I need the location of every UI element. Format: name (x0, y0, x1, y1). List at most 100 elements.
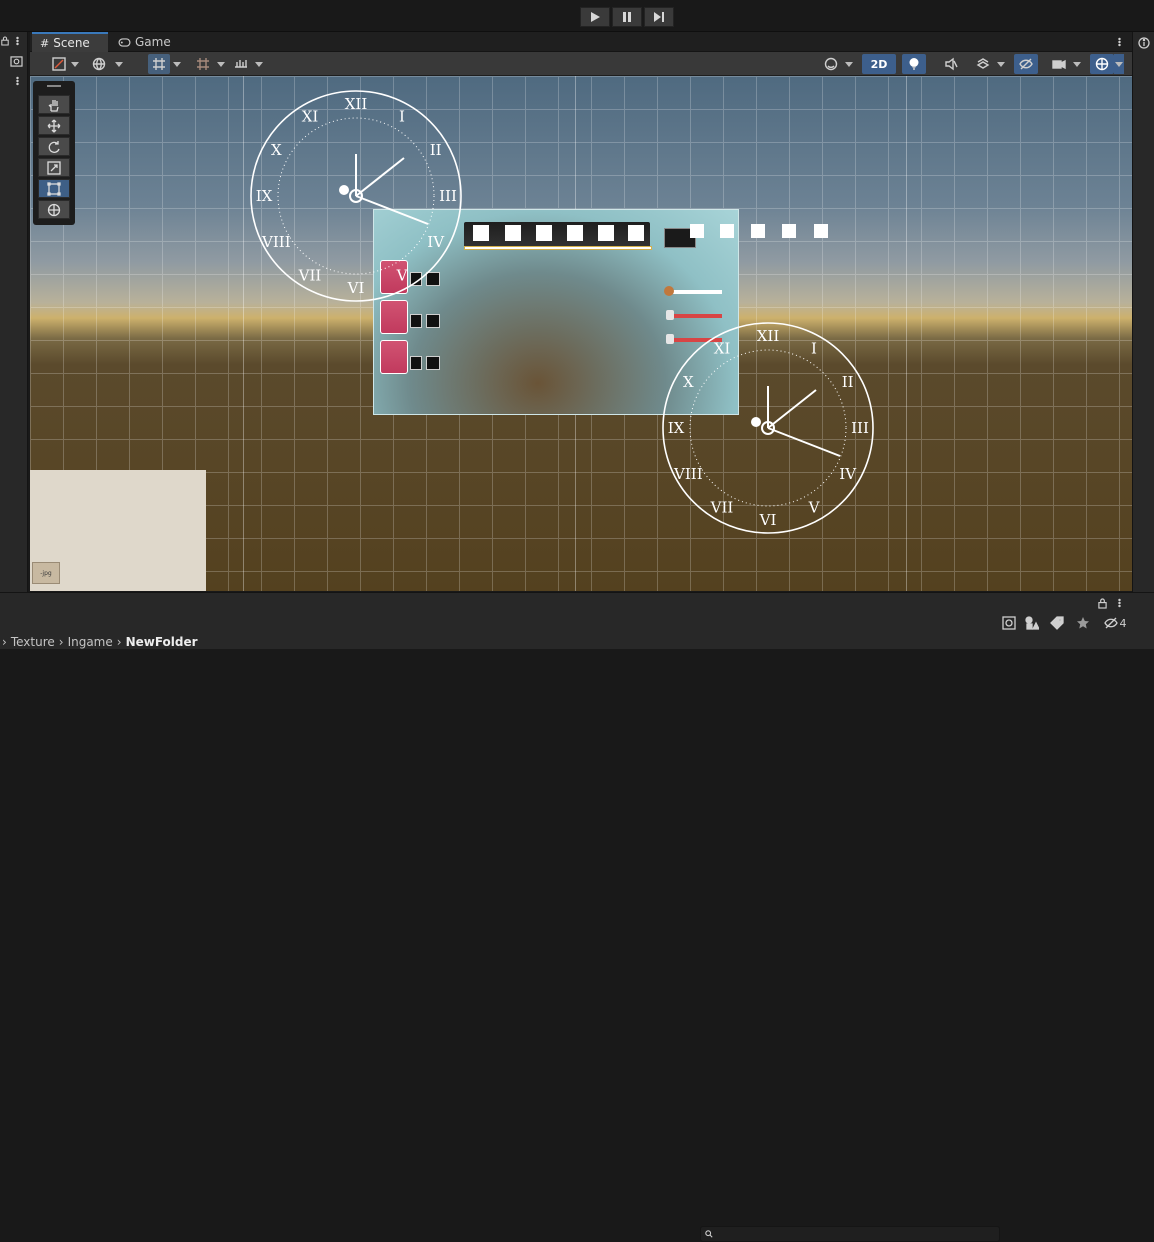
grid-major-line (243, 76, 244, 591)
play-button[interactable] (580, 7, 610, 27)
rect-transform-icon (47, 181, 61, 196)
tab-game[interactable]: Game (110, 32, 180, 52)
pause-button[interactable] (612, 7, 642, 27)
eye-hidden-icon (1019, 58, 1033, 70)
global-dropdown[interactable] (114, 54, 124, 74)
breadcrumb-item-newfolder[interactable]: NewFolder (126, 635, 198, 649)
star-icon (1077, 617, 1089, 629)
texture-thumbnail[interactable]: -jpg (32, 562, 60, 584)
clock-numeral: X (683, 373, 694, 391)
project-panel-header (0, 592, 1154, 612)
search-by-type-button[interactable] (1000, 614, 1018, 632)
effects-dropdown[interactable] (996, 54, 1006, 74)
audio-toggle[interactable] (940, 54, 962, 74)
gizmos-toggle[interactable] (1090, 54, 1114, 74)
clock-numeral: III (439, 187, 457, 205)
more-menu-icon[interactable] (1114, 35, 1124, 49)
lock-icon[interactable] (0, 34, 10, 48)
clock-numeral: IX (256, 187, 273, 205)
clock-numeral: I (399, 107, 405, 125)
info-icon[interactable] (1137, 36, 1151, 50)
transform-icon (47, 203, 61, 216)
clock-numeral: VII (298, 267, 322, 285)
rect-tool-button[interactable] (38, 179, 70, 198)
drag-handle[interactable] (47, 85, 61, 87)
clock-numeral: VI (347, 279, 365, 297)
clock-ornament (751, 417, 761, 427)
play-icon (591, 12, 600, 22)
breadcrumb-item-ingame[interactable]: Ingame (68, 635, 113, 649)
clock-numeral: VI (759, 511, 777, 529)
project-search-input[interactable] (700, 1226, 1000, 1242)
favorites-button[interactable] (1074, 614, 1092, 632)
ruler-dropdown[interactable] (254, 54, 264, 74)
ruler-button[interactable] (230, 54, 252, 74)
hud-slot (505, 225, 521, 241)
shapes-icon (1025, 616, 1039, 630)
lightbulb-icon (909, 58, 919, 70)
grid-snap-icon (153, 58, 165, 70)
scene-viewport[interactable]: XII I II III IV V VI VII VIII IX X XI XII I II III IV V V… (30, 76, 1132, 591)
more-menu-icon[interactable] (12, 74, 22, 88)
breadcrumb-item-texture[interactable]: Texture (11, 635, 55, 649)
hidden-packages-toggle[interactable]: 4 (1100, 614, 1130, 632)
hud-slot (536, 225, 552, 241)
increment-snap-button[interactable] (192, 54, 214, 74)
character-portrait (380, 340, 408, 374)
chevron-right-icon: › (2, 634, 7, 649)
more-menu-icon[interactable] (12, 34, 22, 48)
shaded-mode-icon (52, 57, 66, 71)
mode-2d-toggle[interactable]: 2D (862, 54, 896, 74)
lock-icon[interactable] (1096, 596, 1108, 610)
tab-scene[interactable]: # Scene (32, 32, 108, 52)
grid-snap-dropdown[interactable] (172, 54, 182, 74)
hud-slot (598, 225, 614, 241)
global-toggle-button[interactable] (88, 54, 110, 74)
more-menu-icon[interactable] (1114, 596, 1124, 610)
increment-snap-dropdown[interactable] (216, 54, 226, 74)
filter-by-label-button[interactable] (1048, 614, 1066, 632)
filter-by-type-button[interactable] (1023, 614, 1041, 632)
move-arrows-icon (47, 119, 61, 132)
clock-ornament (339, 185, 349, 195)
clock-second-hand (767, 427, 841, 457)
lighting-toggle[interactable] (902, 54, 926, 74)
scene-toolbar: 2D (30, 52, 1132, 76)
hud-top-bar (464, 222, 650, 248)
scene-visibility-toggle[interactable] (1014, 54, 1038, 74)
rotate-tool-button[interactable] (38, 137, 70, 156)
clock-numeral: I (811, 339, 817, 357)
hand-icon (48, 99, 59, 112)
step-button[interactable] (644, 7, 674, 27)
clock-numeral: II (842, 373, 854, 391)
camera-dropdown[interactable] (1072, 54, 1082, 74)
hud-progress-bar (464, 246, 652, 250)
clock-gizmo: XIIIIIIIIIVVVIVIIVIIIIXXXI (250, 90, 462, 302)
status-bar-white (672, 290, 722, 294)
shading-mode-button[interactable] (820, 54, 842, 74)
skill-icon (410, 314, 422, 328)
clock-numeral: XII (345, 95, 368, 113)
texture-preview-panel: -jpg (30, 470, 206, 591)
scale-tool-button[interactable] (38, 158, 70, 177)
camera-button[interactable] (1048, 54, 1070, 74)
clock-numeral: IV (839, 465, 857, 483)
shading-dropdown[interactable] (844, 54, 854, 74)
transform-tool-button[interactable] (38, 200, 70, 219)
pause-icon (623, 12, 631, 22)
hud-slot (720, 224, 734, 238)
effects-icon (976, 58, 990, 69)
effects-toggle[interactable] (972, 54, 994, 74)
filter-window-icon (1002, 616, 1016, 630)
grid-snap-button[interactable] (148, 54, 170, 74)
draw-mode-button[interactable] (48, 54, 70, 74)
move-tool-button[interactable] (38, 116, 70, 135)
search-scope-icon[interactable] (8, 54, 24, 68)
gizmos-dropdown[interactable] (1114, 54, 1124, 74)
hud-slot (814, 224, 828, 238)
hand-tool-button[interactable] (38, 95, 70, 114)
clock-numeral: VIII (261, 233, 291, 251)
draw-mode-dropdown[interactable] (70, 54, 80, 74)
gizmo-globe-icon (1095, 57, 1109, 71)
hud-slot (782, 224, 796, 238)
